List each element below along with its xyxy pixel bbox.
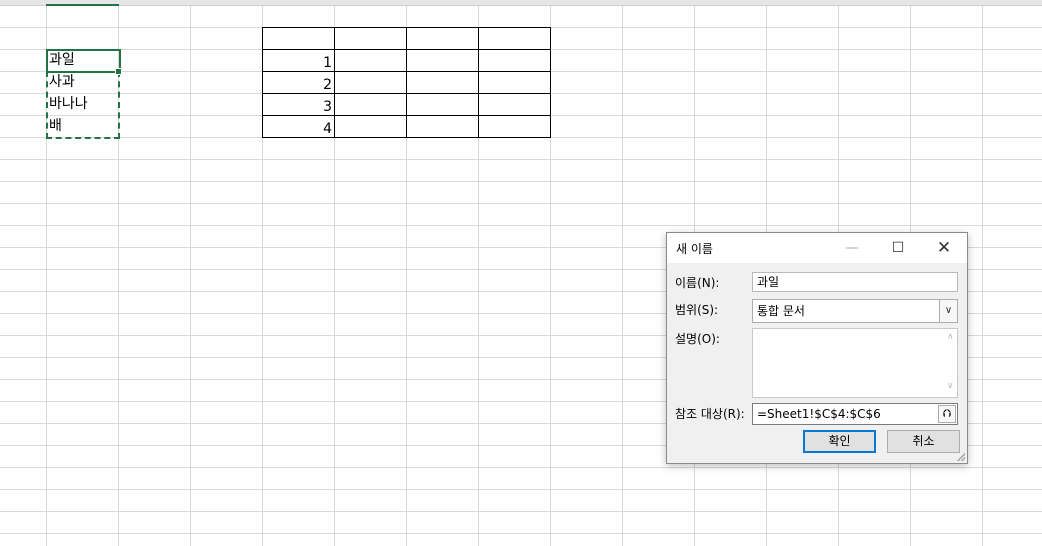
scope-select[interactable]: 통합 문서 ∨ [752, 299, 958, 323]
table-row [262, 27, 551, 50]
table-cell[interactable] [478, 49, 551, 72]
selected-column-indicator [46, 4, 119, 6]
table-cell[interactable] [334, 93, 407, 116]
table-cell[interactable] [478, 93, 551, 116]
new-name-dialog: 새 이름 — ☐ ✕ 이름(N): 과일 범위(S): 통합 문서 ∨ 설명(O… [666, 232, 968, 464]
table-cell[interactable] [406, 93, 479, 116]
table-cell[interactable] [334, 27, 407, 50]
table-cell[interactable] [262, 27, 335, 50]
table-row: 2 [262, 71, 551, 94]
table-cell[interactable]: 1 [262, 49, 335, 72]
table-cell[interactable] [406, 115, 479, 138]
table-cell[interactable]: 4 [262, 115, 335, 138]
active-cell-border [46, 49, 121, 73]
marching-ants-range [46, 71, 120, 139]
table-cell[interactable] [334, 71, 407, 94]
resize-grip[interactable] [957, 453, 965, 461]
scope-label: 범위(S): [675, 303, 719, 317]
refers-to-value: =Sheet1!$C$4:$C$6 [757, 407, 881, 421]
cancel-button[interactable]: 취소 [887, 430, 960, 453]
maximize-icon[interactable]: ☐ [875, 233, 921, 263]
minimize-icon: — [845, 240, 859, 256]
table-cell[interactable] [334, 49, 407, 72]
table-row: 1 [262, 49, 551, 72]
table-row: 4 [262, 115, 551, 138]
table-cell[interactable] [406, 71, 479, 94]
table-cell[interactable] [478, 115, 551, 138]
collapse-dialog-icon[interactable]: ⮉ [938, 405, 956, 423]
fill-handle[interactable] [115, 68, 122, 75]
table-cell[interactable] [478, 27, 551, 50]
table-cell[interactable]: 2 [262, 71, 335, 94]
table-cell[interactable]: 3 [262, 93, 335, 116]
table-cell[interactable] [478, 71, 551, 94]
comment-textarea[interactable] [752, 328, 958, 398]
bordered-table: 1 2 3 4 [262, 27, 551, 138]
comment-label: 설명(O): [675, 332, 720, 346]
ok-button[interactable]: 확인 [803, 430, 876, 453]
name-label: 이름(N): [675, 276, 720, 290]
scroll-up-icon[interactable]: ∧ [947, 332, 964, 342]
table-row: 3 [262, 93, 551, 116]
chevron-down-icon[interactable]: ∨ [939, 300, 957, 322]
refers-to-input[interactable]: =Sheet1!$C$4:$C$6 ⮉ [752, 403, 958, 425]
table-cell[interactable] [406, 49, 479, 72]
dialog-titlebar[interactable]: 새 이름 — ☐ ✕ [667, 233, 967, 263]
table-cell[interactable] [334, 115, 407, 138]
close-icon[interactable]: ✕ [921, 233, 967, 263]
refers-to-label: 참조 대상(R): [675, 407, 745, 421]
table-cell[interactable] [406, 27, 479, 50]
name-input[interactable]: 과일 [752, 272, 958, 292]
dialog-title: 새 이름 [676, 242, 713, 256]
column-header-strip [0, 0, 1042, 6]
scope-value: 통합 문서 [757, 304, 805, 318]
